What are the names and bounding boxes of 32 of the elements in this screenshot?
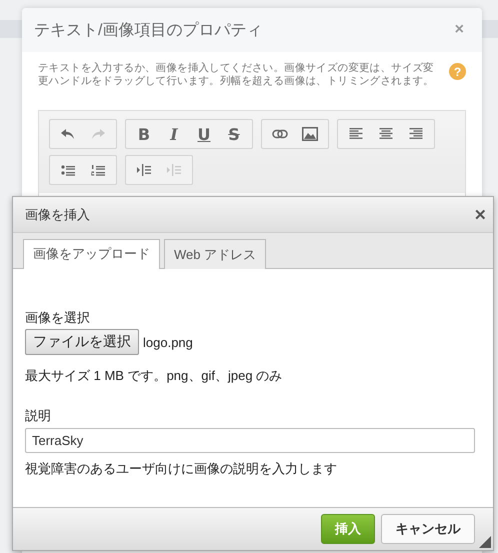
undo-arrow-icon [60,128,76,140]
redo-arrow-icon [90,128,106,140]
close-button[interactable]: ✕ [474,206,487,224]
chain-link-icon [272,129,288,139]
cancel-button[interactable]: キャンセル [381,514,475,544]
resize-handle-icon[interactable] [479,536,491,548]
instructions-text: テキストを入力するか、画像を挿入してください。画像サイズの変更は、サイズ変更ハンドルをドラッグして行います。列幅を超える画像は、トリミングされます。 [38,62,435,88]
field-hint: 視覚障害のあるユーザ向けに画像の説明を入力します [25,460,337,478]
numbered-list-icon [91,164,105,176]
image-icon [302,127,318,141]
field-label: 画像を選択 [25,309,90,327]
dialog-title: 画像を挿入 [25,206,90,224]
tab[interactable]: 画像をアップロード [23,239,160,269]
underline-button[interactable]: U [189,120,219,148]
bold-button[interactable]: B [129,120,159,148]
italic-button[interactable]: I [159,120,189,148]
align-center-icon [379,128,393,140]
dialog-title: テキスト/画像項目のプロパティ [34,20,262,40]
bulleted-list-icon [61,164,75,176]
choose-file-button[interactable]: ファイルを選択 [25,329,139,355]
insert-button[interactable]: 挿入 [321,514,375,544]
description-field[interactable]: TerraSky [25,428,475,453]
indent-icon [137,164,151,176]
field-label: 説明 [25,407,51,425]
tab[interactable]: Web アドレス [164,239,266,269]
strike-button[interactable]: S [219,120,249,148]
close-button[interactable]: × [448,21,470,39]
align-right-icon [409,128,423,140]
outdent-icon [167,164,181,176]
size-note: 最大サイズ 1 MB です。png、gif、jpeg のみ [25,367,282,385]
file-name: logo.png [143,334,193,350]
align-left-icon [349,128,363,140]
